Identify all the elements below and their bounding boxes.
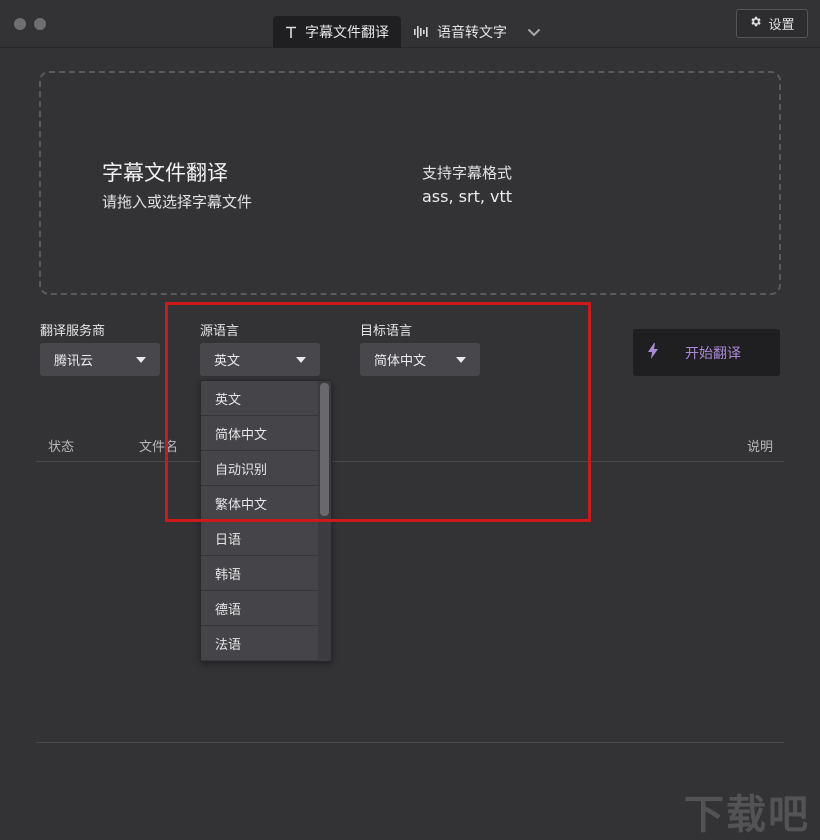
- settings-button[interactable]: 设置: [736, 9, 808, 38]
- lightning-icon: [647, 343, 659, 363]
- window-close-dot[interactable]: [14, 18, 26, 30]
- text-t-icon: [285, 26, 297, 39]
- provider-select[interactable]: 腾讯云: [40, 343, 160, 376]
- gear-icon: [749, 15, 762, 32]
- provider-label: 翻译服务商: [40, 320, 105, 339]
- start-translate-label: 开始翻译: [685, 343, 741, 363]
- watermark-logo: 下载吧: [684, 782, 810, 840]
- provider-value: 腾讯云: [54, 350, 93, 369]
- mode-tabs: 字幕文件翻译 语音转文字: [273, 16, 549, 48]
- start-translate-button[interactable]: 开始翻译: [633, 329, 780, 376]
- file-drop-zone[interactable]: 字幕文件翻译 请拖入或选择字幕文件 支持字幕格式 ass, srt, vtt: [39, 71, 781, 295]
- tab-label: 字幕文件翻译: [305, 22, 389, 42]
- drop-zone-subtitle: 请拖入或选择字幕文件: [102, 191, 252, 212]
- dropdown-option-japanese[interactable]: 日语: [201, 521, 319, 556]
- tab-label: 语音转文字: [437, 22, 507, 42]
- caret-down-icon: [136, 357, 146, 363]
- settings-label: 设置: [768, 14, 794, 33]
- annotation-highlight-box: [165, 302, 591, 522]
- formats-title: 支持字幕格式: [422, 162, 512, 183]
- dropdown-option-german[interactable]: 德语: [201, 591, 319, 626]
- title-bar: 字幕文件翻译 语音转文字 设置: [0, 0, 820, 48]
- tab-speech-to-text[interactable]: 语音转文字: [401, 16, 519, 48]
- dropdown-option-korean[interactable]: 韩语: [201, 556, 319, 591]
- table-bottom-divider: [36, 742, 784, 743]
- column-header-status[interactable]: 状态: [48, 436, 74, 455]
- dropdown-option-french[interactable]: 法语: [201, 626, 319, 661]
- audio-wave-icon: [413, 25, 429, 39]
- chevron-down-icon[interactable]: [519, 16, 549, 48]
- column-header-note[interactable]: 说明: [747, 436, 773, 455]
- window-minimize-dot[interactable]: [34, 18, 46, 30]
- formats-list: ass, srt, vtt: [422, 187, 512, 206]
- tab-subtitle-translate[interactable]: 字幕文件翻译: [273, 16, 401, 48]
- drop-zone-title: 字幕文件翻译: [102, 157, 228, 187]
